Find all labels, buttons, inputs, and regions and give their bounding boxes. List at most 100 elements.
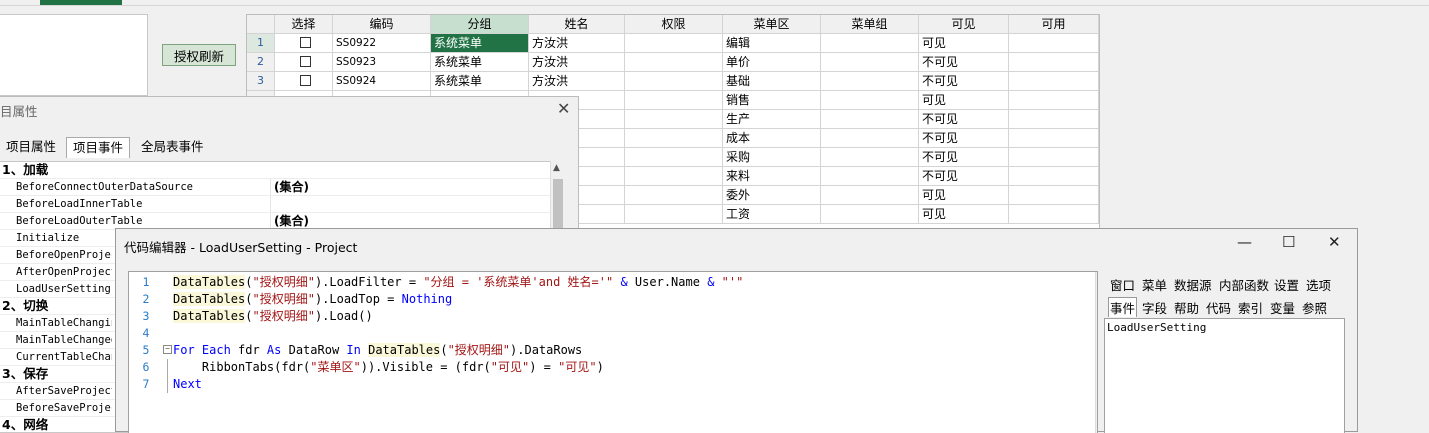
menu-area-cell[interactable]: 编辑 [723,34,821,53]
column-header-visible[interactable]: 可见 [919,15,1009,34]
code-cell[interactable]: SS0922 [333,34,431,53]
permission-cell[interactable] [625,72,723,91]
enabled-cell[interactable] [1009,110,1099,129]
row-number[interactable]: 2 [247,53,275,72]
menu-area-cell[interactable]: 采购 [723,148,821,167]
close-icon[interactable]: ✕ [1328,233,1341,251]
event-row[interactable]: BeforeConnectOuterDataSource (集合) [0,179,550,196]
column-header-name[interactable]: 姓名 [529,15,625,34]
menu-group-cell[interactable] [821,53,919,72]
row-number[interactable]: 1 [247,34,275,53]
menu-tab-index[interactable]: 索引 [1238,298,1263,317]
code-editor-area[interactable]: 1 DataTables("授权明细").LoadFilter = "分组 = '… [128,271,1098,433]
menu-group-cell[interactable] [821,110,919,129]
menu-group-cell[interactable] [821,167,919,186]
permission-cell[interactable] [625,167,723,186]
menu-group-cell[interactable] [821,91,919,110]
menu-area-cell[interactable]: 成本 [723,129,821,148]
menu-tab-datasource[interactable]: 数据源 [1174,275,1212,294]
menu-tab-menu[interactable]: 菜单 [1142,275,1167,294]
menu-area-cell[interactable]: 来料 [723,167,821,186]
column-header-permission[interactable]: 权限 [625,15,723,34]
enabled-cell[interactable] [1009,148,1099,167]
code-text[interactable]: RibbonTabs(fdr("菜单区")).Visible = (fdr("可… [173,359,604,376]
visible-cell[interactable]: 不可见 [919,110,1009,129]
code-text[interactable]: DataTables("授权明细").LoadFilter = "分组 = '系… [173,274,743,291]
menu-area-cell[interactable]: 基础 [723,72,821,91]
visible-cell[interactable]: 不可见 [919,53,1009,72]
code-text[interactable]: DataTables("授权明细").Load() [173,308,373,325]
enabled-cell[interactable] [1009,186,1099,205]
enabled-cell[interactable] [1009,91,1099,110]
row-number[interactable]: 3 [247,72,275,91]
group-cell[interactable]: 系统菜单 [431,72,529,91]
menu-tab-variables[interactable]: 变量 [1270,298,1295,317]
enabled-cell[interactable] [1009,167,1099,186]
event-category[interactable]: 1、加载 [0,162,550,179]
table-row[interactable]: 1 SS0922 系统菜单 方汝洪 编辑 可见 [247,34,1099,53]
select-checkbox-cell[interactable] [275,72,333,91]
visible-cell[interactable]: 可见 [919,186,1009,205]
code-line[interactable]: 4 [129,325,1079,342]
event-row[interactable]: BeforeLoadInnerTable [0,196,550,213]
column-header-group[interactable]: 分组 [431,15,529,34]
select-checkbox[interactable] [299,56,311,67]
group-cell[interactable]: 系统菜单 [431,53,529,72]
close-icon[interactable]: ✕ [557,99,570,118]
enabled-cell[interactable] [1009,129,1099,148]
column-header-menu-group[interactable]: 菜单组 [821,15,919,34]
maximize-icon[interactable]: ☐ [1282,233,1295,251]
code-line[interactable]: 2 DataTables("授权明细").LoadTop = Nothing [129,291,1079,308]
visible-cell[interactable]: 不可见 [919,148,1009,167]
name-cell[interactable]: 方汝洪 [529,34,625,53]
menu-tab-help[interactable]: 帮助 [1174,298,1199,317]
code-line[interactable]: 5 − For Each fdr As DataRow In DataTables(… [129,342,1079,359]
event-value[interactable]: (集合) [274,213,309,229]
permission-cell[interactable] [625,129,723,148]
menu-group-cell[interactable] [821,129,919,148]
code-line[interactable]: 6 RibbonTabs(fdr("菜单区")).Visible = (fdr(… [129,359,1079,376]
table-row[interactable]: 3 SS0924 系统菜单 方汝洪 基础 不可见 [247,72,1099,91]
column-header-select[interactable]: 选择 [275,15,333,34]
select-checkbox[interactable] [299,37,311,48]
editor-scrollbar[interactable]: ⇟ ▲ [1095,272,1097,433]
menu-tab-window[interactable]: 窗口 [1110,275,1135,294]
code-text[interactable]: DataTables("授权明细").LoadTop = Nothing [173,291,452,308]
visible-cell[interactable]: 不可见 [919,129,1009,148]
menu-tab-events[interactable]: 事件 [1108,297,1138,317]
column-header-enabled[interactable]: 可用 [1009,15,1099,34]
menu-group-cell[interactable] [821,34,919,53]
column-header-code[interactable]: 编码 [333,15,431,34]
menu-tab-settings[interactable]: 设置 [1274,275,1299,294]
permission-cell[interactable] [625,148,723,167]
menu-area-cell[interactable]: 委外 [723,186,821,205]
select-checkbox-cell[interactable] [275,34,333,53]
scroll-thumb[interactable] [553,179,563,229]
group-cell[interactable]: 系统菜单 [431,34,529,53]
visible-cell[interactable]: 可见 [919,205,1009,224]
menu-tab-options[interactable]: 选项 [1306,275,1331,294]
code-line[interactable]: 3 DataTables("授权明细").Load() [129,308,1079,325]
menu-group-cell[interactable] [821,72,919,91]
menu-tab-code[interactable]: 代码 [1206,298,1231,317]
scroll-up-arrow-icon[interactable]: ▲ [553,163,560,173]
minimize-icon[interactable]: — [1237,233,1252,251]
code-cell[interactable]: SS0923 [333,53,431,72]
fold-toggle-icon[interactable]: − [163,345,172,354]
header-corner[interactable] [247,15,275,34]
table-row[interactable]: 2 SS0923 系统菜单 方汝洪 单价 不可见 [247,53,1099,72]
visible-cell[interactable]: 不可见 [919,72,1009,91]
menu-tab-reference[interactable]: 参照 [1302,298,1327,317]
name-cell[interactable]: 方汝洪 [529,53,625,72]
enabled-cell[interactable] [1009,34,1099,53]
menu-area-cell[interactable]: 工资 [723,205,821,224]
visible-cell[interactable]: 可见 [919,34,1009,53]
tab-project-events[interactable]: 项目事件 [66,137,131,158]
visible-cell[interactable]: 可见 [919,91,1009,110]
enabled-cell[interactable] [1009,53,1099,72]
auth-refresh-button[interactable]: 授权刷新 [162,44,236,66]
tab-global-table-events[interactable]: 全局表事件 [135,137,210,157]
permission-cell[interactable] [625,34,723,53]
enabled-cell[interactable] [1009,205,1099,224]
menu-area-cell[interactable]: 生产 [723,110,821,129]
